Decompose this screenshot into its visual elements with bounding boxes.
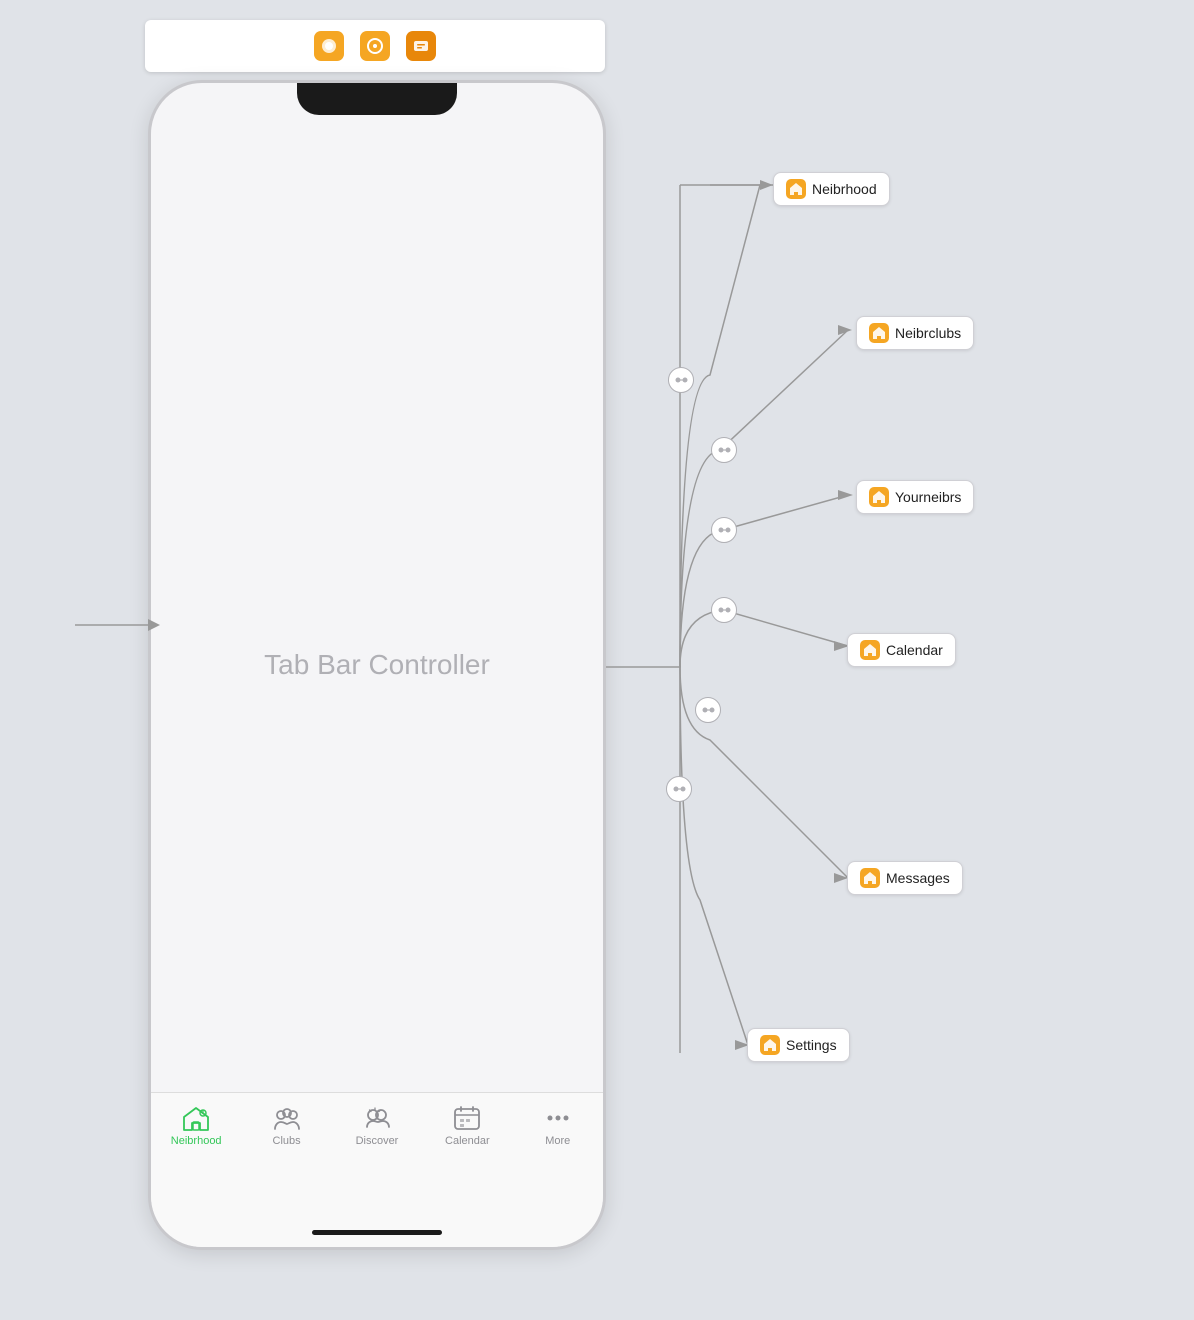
yourneibrs-node-label: Yourneibrs <box>895 489 961 505</box>
neibrhood-icon <box>786 179 806 199</box>
clubs-tab-label: Clubs <box>273 1135 301 1147</box>
yourneibrs-icon <box>869 487 889 507</box>
phone-notch <box>297 83 457 115</box>
node-calendar[interactable]: Calendar <box>847 633 956 667</box>
toolbar-icon-2[interactable] <box>360 31 390 61</box>
connector-calendar <box>711 597 737 623</box>
node-yourneibrs[interactable]: Yourneibrs <box>856 480 974 514</box>
settings-node-label: Settings <box>786 1037 837 1053</box>
connector-neibrclubs <box>711 437 737 463</box>
neibrhood-tab-label: Neibrhood <box>171 1135 222 1147</box>
home-indicator <box>312 1230 442 1235</box>
neibrclubs-node-label: Neibrclubs <box>895 325 961 341</box>
settings-icon <box>760 1035 780 1055</box>
more-tab-icon <box>543 1105 573 1131</box>
node-messages[interactable]: Messages <box>847 861 963 895</box>
connector-messages <box>695 697 721 723</box>
discover-tab-label: Discover <box>356 1135 399 1147</box>
node-settings[interactable]: Settings <box>747 1028 850 1062</box>
calendar-tab-icon <box>452 1105 482 1131</box>
toolbar-icon-1[interactable] <box>314 31 344 61</box>
tab-discover[interactable]: Discover <box>337 1105 417 1147</box>
node-neibrhood[interactable]: Neibrhood <box>773 172 890 206</box>
tab-more[interactable]: More <box>518 1105 598 1147</box>
tab-bar-controller-label: Tab Bar Controller <box>264 649 490 681</box>
neibrhood-node-label: Neibrhood <box>812 181 877 197</box>
calendar-icon <box>860 640 880 660</box>
tab-calendar[interactable]: Calendar <box>427 1105 507 1147</box>
neibrhood-tab-icon <box>181 1105 211 1131</box>
calendar-tab-label: Calendar <box>445 1135 490 1147</box>
connector-neibrhood <box>668 367 694 393</box>
connector-settings <box>666 776 692 802</box>
discover-tab-icon <box>362 1105 392 1131</box>
entry-arrow <box>70 610 160 640</box>
node-neibrclubs[interactable]: Neibrclubs <box>856 316 974 350</box>
neibrclubs-icon <box>869 323 889 343</box>
connector-yourneibrs <box>711 517 737 543</box>
tab-clubs[interactable]: Clubs <box>247 1105 327 1147</box>
messages-icon <box>860 868 880 888</box>
phone-frame: Tab Bar Controller Neibrhood <box>148 80 606 1250</box>
calendar-node-label: Calendar <box>886 642 943 658</box>
toolbar <box>145 20 605 72</box>
clubs-tab-icon <box>272 1105 302 1131</box>
tab-bar: Neibrhood Clubs <box>151 1092 603 1247</box>
tab-neibrhood[interactable]: Neibrhood <box>156 1105 236 1147</box>
more-tab-label: More <box>545 1135 570 1147</box>
messages-node-label: Messages <box>886 870 950 886</box>
toolbar-icon-3[interactable] <box>406 31 436 61</box>
